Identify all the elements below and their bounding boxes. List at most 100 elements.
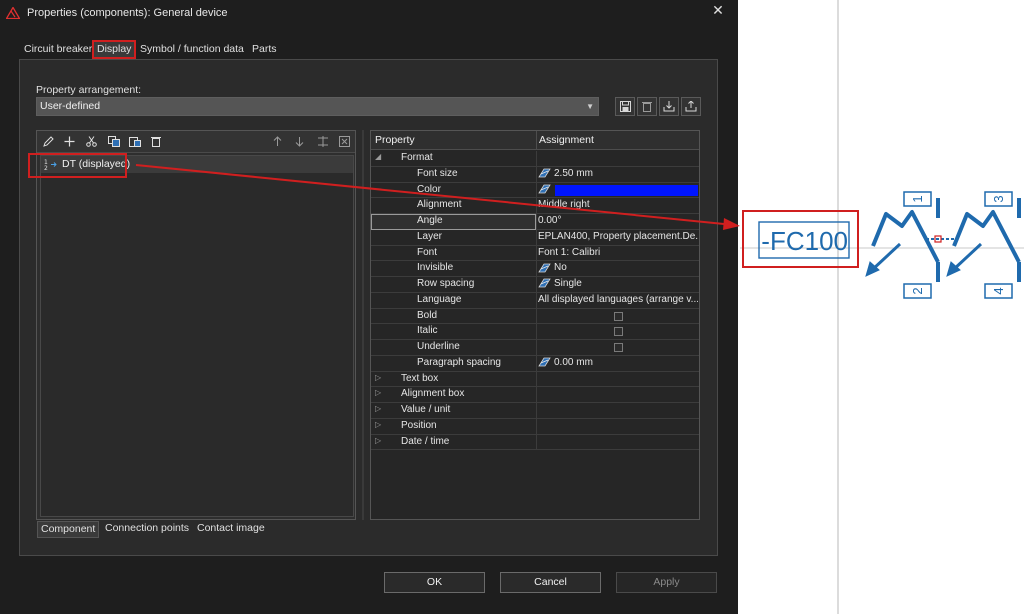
property-value[interactable]: No [538, 262, 698, 273]
copy-button[interactable] [105, 133, 122, 150]
property-tree-pane: 1 2 DT (displayed) [28, 130, 356, 520]
grid-row[interactable]: Color [371, 182, 699, 199]
collapse-button[interactable] [336, 133, 353, 150]
collapsed-icon[interactable]: ▷ [375, 373, 381, 382]
grid-row[interactable]: Font Font 1: Calibri [371, 245, 699, 262]
property-value[interactable]: Middle right [538, 199, 698, 210]
grid-row[interactable]: Invisible No [371, 261, 699, 277]
paste-button[interactable] [126, 133, 143, 150]
add-button[interactable] [61, 133, 78, 150]
tab-circuit-breaker[interactable]: Circuit breaker [21, 41, 95, 58]
split-button[interactable] [314, 133, 331, 150]
property-name: Font [417, 246, 438, 258]
property-arrangement-label: Property arrangement: [36, 84, 142, 96]
grid-row[interactable]: Bold [371, 308, 699, 325]
property-tree[interactable]: 1 2 DT (displayed) [28, 153, 354, 517]
grid-row[interactable]: ▷ Date / time [371, 434, 699, 451]
grid-row[interactable]: Font size 2.50 mm [371, 166, 699, 183]
property-name: Date / time [401, 435, 450, 447]
cancel-button[interactable]: Cancel [500, 572, 601, 593]
delete-button[interactable] [147, 133, 164, 150]
cut-button[interactable] [83, 133, 100, 150]
property-value[interactable]: Font 1: Calibri [538, 247, 698, 258]
grid-row[interactable]: Alignment Middle right [371, 198, 699, 214]
move-up-button[interactable] [269, 133, 286, 150]
grid-row[interactable]: ◢ Format [371, 151, 699, 167]
tab-symbol-function-data[interactable]: Symbol / function data [137, 41, 247, 58]
grid-row[interactable]: Paragraph spacing 0.00 mm [371, 355, 699, 372]
property-value[interactable]: 0.00 mm [538, 357, 698, 368]
grid-row[interactable]: ▷ Position [371, 418, 699, 435]
collapse-icon [339, 136, 350, 147]
column-header-assignment[interactable]: Assignment [539, 134, 594, 146]
grid-row[interactable]: ▷ Value / unit [371, 403, 699, 419]
property-value-text: EPLAN400, Property placement.De... [538, 230, 698, 242]
collapsed-icon[interactable]: ▷ [375, 404, 381, 413]
property-value[interactable]: Single [538, 278, 698, 289]
grid-row[interactable]: Underline [371, 340, 699, 356]
collapsed-icon[interactable]: ▷ [375, 436, 381, 445]
column-header-property[interactable]: Property [375, 134, 415, 146]
grid-row[interactable]: ▷ Text box [371, 371, 699, 388]
collapsed-icon[interactable]: ▷ [375, 388, 381, 397]
cell-divider [536, 387, 537, 403]
property-name: Alignment box [401, 388, 465, 400]
ok-button[interactable]: OK [384, 572, 485, 593]
schematic-canvas[interactable] [738, 0, 1024, 614]
grid-row[interactable]: ▷ Alignment box [371, 387, 699, 403]
cell-divider [536, 261, 537, 277]
property-value[interactable]: 0.00° [538, 215, 698, 226]
property-name: Italic [417, 325, 438, 337]
tab-connection-points[interactable]: Connection points [102, 521, 192, 538]
color-swatch[interactable] [555, 184, 698, 196]
property-name: Angle [417, 215, 443, 226]
tab-display[interactable]: Display [92, 40, 137, 59]
checkbox[interactable] [614, 311, 623, 321]
linked-value-icon [538, 168, 551, 178]
collapsed-icon[interactable]: ▷ [375, 420, 381, 429]
tab-contact-image[interactable]: Contact image [194, 521, 268, 538]
import-icon [663, 101, 675, 112]
edit-button[interactable] [40, 133, 57, 150]
expanded-icon[interactable]: ◢ [375, 152, 381, 161]
export-arrangement-button[interactable] [681, 97, 701, 116]
save-arrangement-button[interactable] [615, 97, 635, 116]
linked-value-icon [538, 278, 551, 288]
property-value[interactable]: 2.50 mm [538, 168, 698, 179]
import-arrangement-button[interactable] [659, 97, 679, 116]
property-value-text: Font 1: Calibri [538, 246, 601, 258]
tab-component[interactable]: Component [37, 521, 100, 538]
property-name: Row spacing [417, 278, 475, 289]
property-name: Invisible [417, 262, 454, 274]
checkbox[interactable] [614, 343, 623, 352]
grid-header: Property Assignment [371, 131, 699, 150]
grid-row[interactable]: Row spacing Single [371, 277, 699, 293]
grid-row[interactable]: Language All displayed languages (arrange… [371, 292, 699, 309]
delete-arrangement-button[interactable] [637, 97, 657, 116]
property-name: Position [401, 419, 437, 431]
trash-icon [642, 102, 652, 112]
property-grid[interactable]: Property Assignment ◢ Format Font size 2.50… [370, 130, 700, 520]
tab-parts[interactable]: Parts [249, 41, 280, 58]
property-arrangement-select[interactable]: User-defined ▼ [36, 97, 599, 116]
property-value-text: Middle right [538, 199, 590, 211]
grid-row[interactable]: Italic [371, 324, 699, 340]
plus-icon [64, 136, 75, 147]
property-name: Layer [417, 230, 443, 242]
tree-item-dt[interactable]: 1 2 DT (displayed) [28, 153, 353, 178]
property-name: Alignment [417, 199, 462, 211]
save-icon [619, 101, 631, 112]
move-down-button[interactable] [291, 133, 308, 150]
apply-button[interactable]: Apply [616, 572, 717, 593]
cell-divider [536, 324, 537, 340]
property-value[interactable]: EPLAN400, Property placement.De... [538, 231, 698, 242]
close-button[interactable]: ✕ [708, 1, 728, 21]
arrow-down-icon [295, 137, 304, 147]
splitter[interactable] [362, 130, 364, 520]
grid-row[interactable]: Angle 0.00° [371, 214, 699, 230]
grid-row[interactable]: Layer EPLAN400, Property placement.De... [371, 229, 699, 246]
checkbox[interactable] [614, 327, 623, 337]
cell-divider [536, 229, 537, 246]
property-value[interactable]: All displayed languages (arrange v... [538, 294, 698, 305]
linked-value-icon [538, 184, 551, 194]
